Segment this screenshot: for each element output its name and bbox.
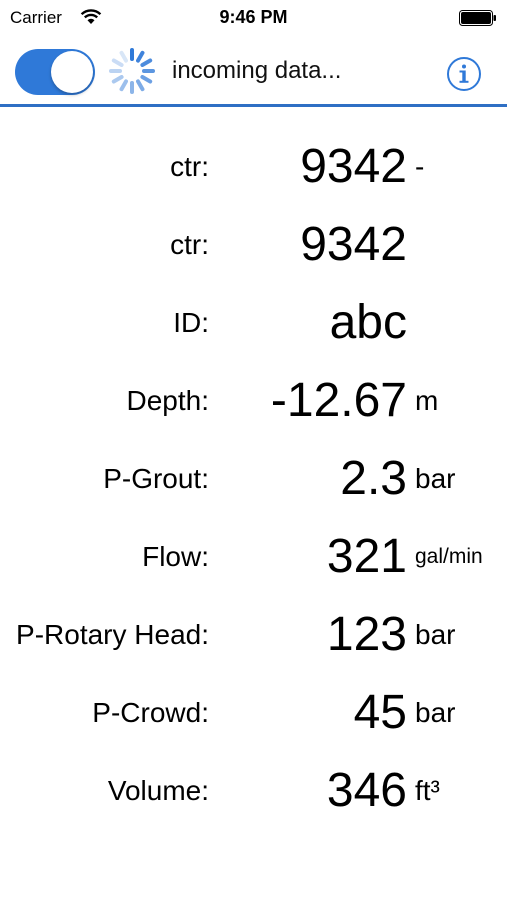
reading-value: 2.3: [340, 452, 407, 505]
reading-unit: -: [415, 151, 425, 182]
reading-value: 346: [326, 764, 407, 817]
reading-label: Flow:: [142, 541, 209, 572]
reading-unit: ft³: [415, 775, 440, 806]
reading-unit: bar: [415, 463, 456, 494]
toggle-knob[interactable]: [51, 51, 93, 93]
reading-row-ctr-2: ctr: 9342: [0, 206, 507, 284]
reading-label: Volume:: [107, 775, 209, 806]
reading-label: ctr:: [170, 229, 209, 260]
reading-value: 9342: [300, 140, 407, 193]
reading-unit: bar: [415, 619, 456, 650]
reading-row-flow: Flow: 321 gal/min: [0, 518, 507, 596]
battery-icon: [459, 10, 496, 26]
toolbar: incoming data...: [0, 36, 507, 107]
reading-value: 45: [353, 686, 407, 739]
data-toggle-switch[interactable]: [15, 49, 95, 95]
activity-spinner-icon: [109, 48, 155, 94]
info-icon[interactable]: [446, 56, 482, 92]
reading-row-p-grout: P-Grout: 2.3 bar: [0, 440, 507, 518]
reading-row-ctr: ctr: 9342 -: [0, 128, 507, 206]
reading-value: 123: [326, 608, 407, 661]
reading-row-depth: Depth: -12.67 m: [0, 362, 507, 440]
reading-label: P-Grout:: [103, 463, 209, 494]
reading-label: Depth:: [126, 385, 210, 416]
reading-value: abc: [329, 296, 407, 349]
reading-label: P-Rotary Head:: [16, 619, 209, 650]
reading-value: 9342: [300, 218, 407, 271]
reading-label: ctr:: [170, 151, 209, 182]
reading-unit: m: [415, 385, 439, 416]
reading-row-volume: Volume: 346 ft³: [0, 752, 507, 830]
reading-value: 321: [326, 530, 407, 583]
reading-row-id: ID: abc: [0, 284, 507, 362]
reading-row-p-crowd: P-Crowd: 45 bar: [0, 674, 507, 752]
reading-unit: gal/min: [415, 545, 483, 568]
reading-row-p-rotary-head: P-Rotary Head: 123 bar: [0, 596, 507, 674]
reading-value: -12.67: [270, 374, 407, 427]
reading-label: P-Crowd:: [92, 697, 209, 728]
reading-label: ID:: [173, 307, 209, 338]
reading-unit: bar: [415, 697, 456, 728]
clock: 9:46 PM: [219, 7, 288, 27]
status-bar: Carrier 9:46 PM: [0, 0, 507, 36]
incoming-data-status: incoming data...: [172, 57, 342, 84]
